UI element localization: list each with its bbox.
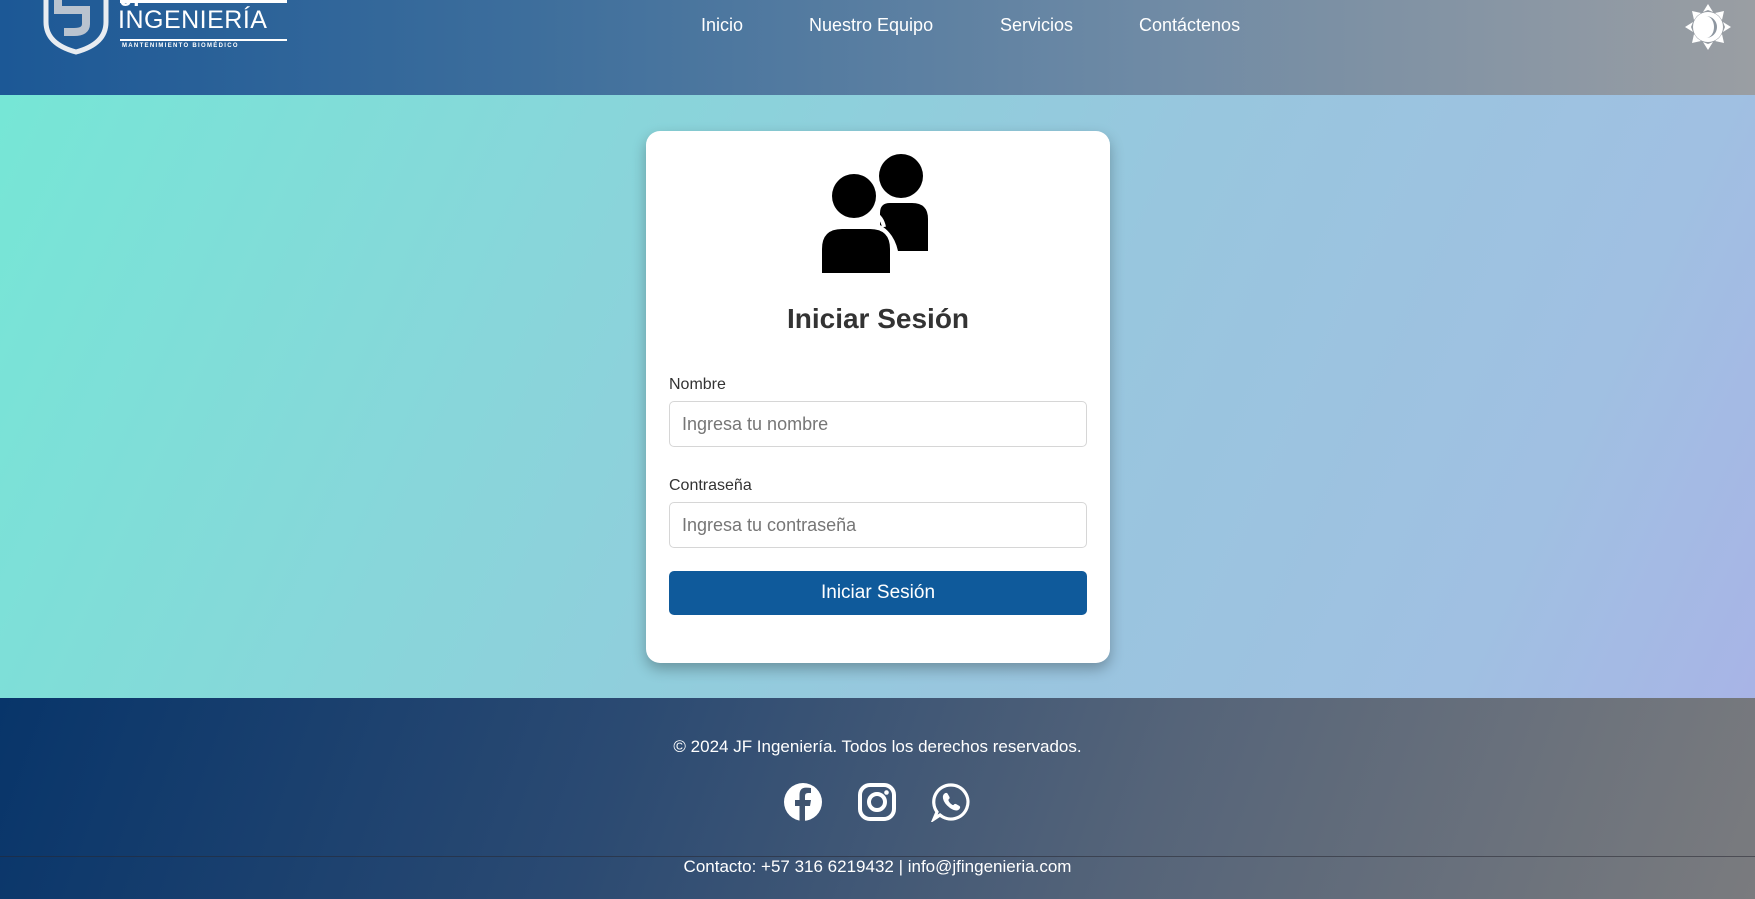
copyright-text: © 2024 JF Ingeniería. Todos los derechos… bbox=[673, 737, 1082, 756]
facebook-link[interactable] bbox=[783, 782, 823, 822]
password-input[interactable] bbox=[669, 502, 1087, 548]
logo-underline bbox=[120, 39, 287, 41]
logo-brand-name: INGENIERÍA bbox=[118, 6, 268, 34]
whatsapp-link[interactable] bbox=[930, 782, 971, 824]
contact-text: Contacto: +57 316 6219432 | info@jfingen… bbox=[683, 857, 1072, 876]
login-title: Iniciar Sesión bbox=[786, 303, 970, 334]
login-submit-button[interactable]: Iniciar Sesión bbox=[669, 571, 1087, 615]
site-header: JF INGENIERÍA MANTENIMIENTO BIOMÉDICO In… bbox=[0, 0, 1755, 95]
password-label: Contraseña bbox=[669, 477, 752, 494]
shield-logo-icon bbox=[43, 0, 109, 55]
nav-link-contactenos[interactable]: Contáctenos bbox=[1139, 15, 1240, 36]
nav-link-inicio[interactable]: Inicio bbox=[701, 15, 743, 36]
site-footer: © 2024 JF Ingeniería. Todos los derechos… bbox=[0, 698, 1755, 899]
whatsapp-icon bbox=[930, 783, 970, 824]
name-label: Nombre bbox=[669, 376, 726, 393]
nav-link-servicios[interactable]: Servicios bbox=[1000, 15, 1073, 36]
facebook-icon bbox=[784, 783, 822, 821]
instagram-link[interactable] bbox=[857, 782, 897, 822]
logo-tagline: MANTENIMIENTO BIOMÉDICO bbox=[122, 43, 239, 49]
logo[interactable]: JF INGENIERÍA MANTENIMIENTO BIOMÉDICO bbox=[40, 0, 287, 60]
instagram-icon bbox=[858, 783, 896, 821]
nav-link-nuestro-equipo[interactable]: Nuestro Equipo bbox=[809, 15, 933, 36]
login-card: Iniciar Sesión Nombre Contraseña Iniciar… bbox=[646, 131, 1110, 663]
theme-toggle-button[interactable] bbox=[1684, 3, 1732, 51]
name-input[interactable] bbox=[669, 401, 1087, 447]
main-section: Iniciar Sesión Nombre Contraseña Iniciar… bbox=[0, 95, 1755, 698]
sun-moon-icon bbox=[1685, 4, 1731, 50]
users-icon bbox=[818, 153, 938, 273]
